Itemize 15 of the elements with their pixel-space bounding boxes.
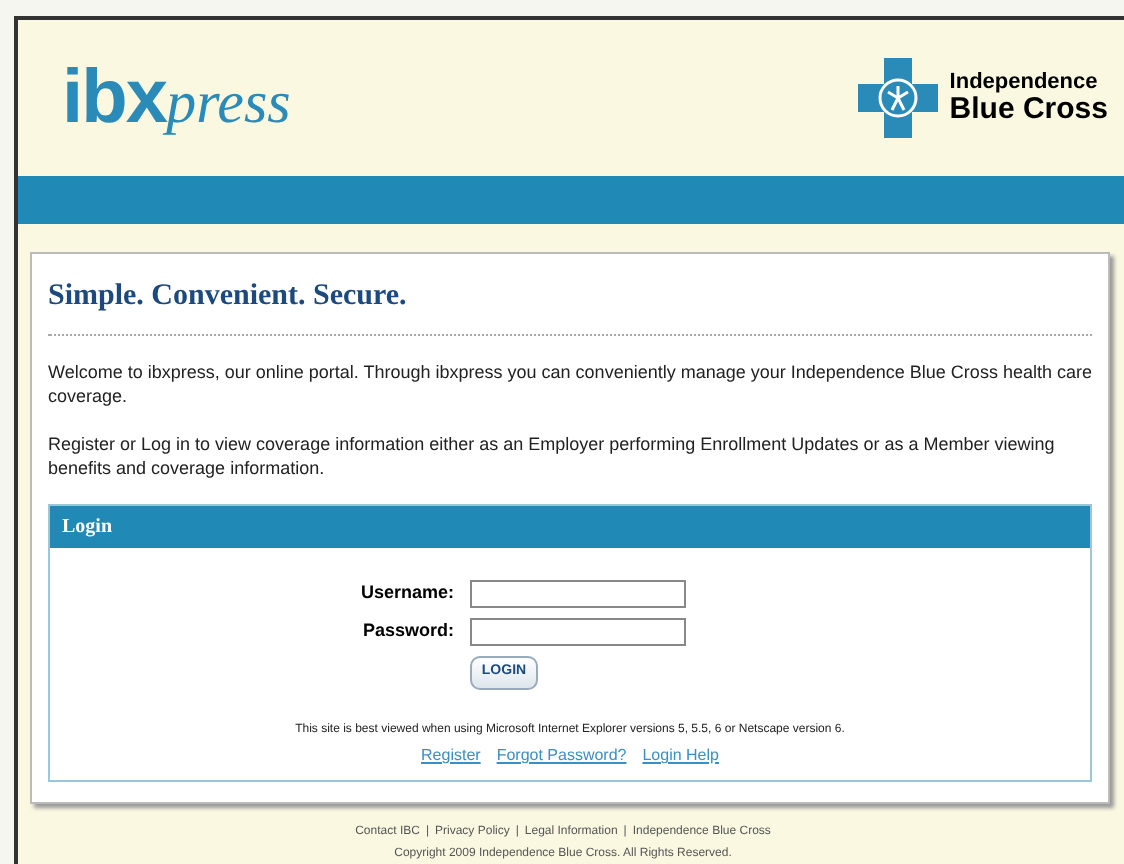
intro-title: Simple. Convenient. Secure.: [48, 273, 1092, 336]
intro-paragraph: Register or Log in to view coverage information either as an Employer performing Enrollment Updates or as a Member viewing benefits and coverage information.: [48, 432, 1057, 480]
help-link[interactable]: Forgot Password?: [496, 744, 627, 768]
field-label: Password:: [360, 618, 454, 645]
login-header: Login: [50, 506, 1090, 548]
help-link[interactable]: Register: [421, 744, 481, 768]
brand-name: Independence: [949, 72, 1100, 95]
ibxpress-logo: ibxpress: [62, 60, 291, 137]
input-field[interactable]: [470, 618, 686, 646]
brand-name: Blue Cross: [949, 94, 1108, 125]
intro-paragraph: Welcome to ibxpress, our online portal. Through ibxpress you can conveniently manage your Independence Blue Cross health care coverage.: [48, 360, 1092, 408]
cross-logo-icon: [857, 58, 938, 139]
field-label: Username:: [358, 580, 454, 607]
help-link[interactable]: Login Help: [642, 744, 719, 768]
input-field[interactable]: [470, 580, 686, 608]
